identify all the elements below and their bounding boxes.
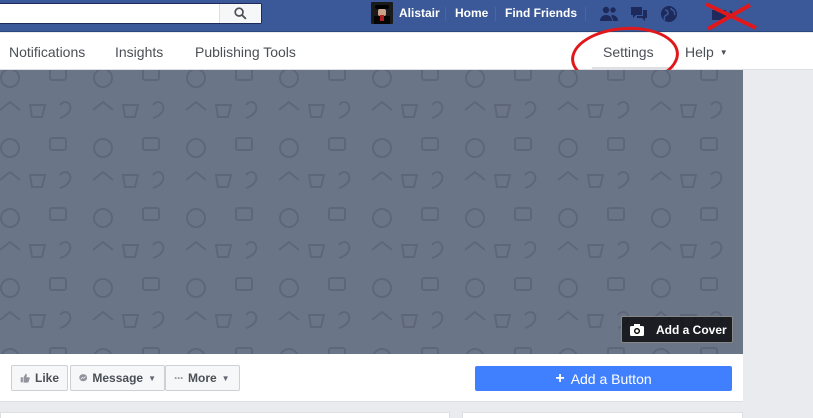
search-button[interactable] <box>219 4 261 23</box>
page-tabs-bar: Notifications Insights Publishing Tools … <box>0 33 813 70</box>
divider <box>495 7 496 21</box>
search-icon <box>234 7 247 20</box>
tab-help[interactable]: Help ▼ <box>685 44 728 60</box>
notifications-globe-icon[interactable] <box>658 4 680 24</box>
message-label: Message <box>92 371 144 385</box>
message-button[interactable]: Message ▼ <box>70 365 165 391</box>
content-card <box>0 412 450 418</box>
page-action-bar: Like Message ▼ ··· More ▼ + Add a Button <box>0 354 743 402</box>
chevron-down-icon: ▼ <box>221 373 230 383</box>
divider <box>585 7 586 21</box>
like-button[interactable]: Like <box>11 365 68 391</box>
add-cover-button[interactable]: Add a Cover <box>621 316 733 343</box>
chevron-down-icon: ▼ <box>719 48 728 57</box>
add-button-label: Add a Button <box>570 370 652 387</box>
more-label: More <box>188 371 217 385</box>
chevron-down-icon: ▼ <box>148 373 156 383</box>
add-a-button[interactable]: + Add a Button <box>475 366 732 391</box>
home-link[interactable]: Home <box>455 6 488 20</box>
messages-icon[interactable] <box>628 4 650 24</box>
tab-publishing-tools[interactable]: Publishing Tools <box>195 44 296 60</box>
add-cover-label: Add a Cover <box>656 322 727 337</box>
sidebar-card <box>462 412 743 418</box>
top-navigation-bar: Alistair Home Find Friends <box>0 0 813 32</box>
user-name: Alistair <box>399 6 440 20</box>
tab-notifications[interactable]: Notifications <box>9 44 85 60</box>
search-input[interactable] <box>0 3 262 24</box>
thumbs-up-icon <box>20 373 30 383</box>
plus-icon: + <box>555 369 565 387</box>
avatar <box>371 2 393 24</box>
tab-help-label: Help <box>685 44 714 60</box>
camera-icon <box>630 323 644 336</box>
help-icon[interactable] <box>700 1 760 31</box>
cover-pattern <box>0 70 743 354</box>
divider <box>445 7 446 21</box>
find-friends-link[interactable]: Find Friends <box>505 6 577 20</box>
more-button[interactable]: ··· More ▼ <box>165 365 240 391</box>
cover-photo-area: Add a Cover <box>0 70 743 354</box>
tab-insights[interactable]: Insights <box>115 44 163 60</box>
friend-requests-icon[interactable] <box>598 4 620 24</box>
messenger-icon <box>79 374 88 382</box>
more-dots-icon: ··· <box>174 371 184 385</box>
like-label: Like <box>34 371 59 385</box>
profile-link[interactable]: Alistair <box>371 2 440 24</box>
